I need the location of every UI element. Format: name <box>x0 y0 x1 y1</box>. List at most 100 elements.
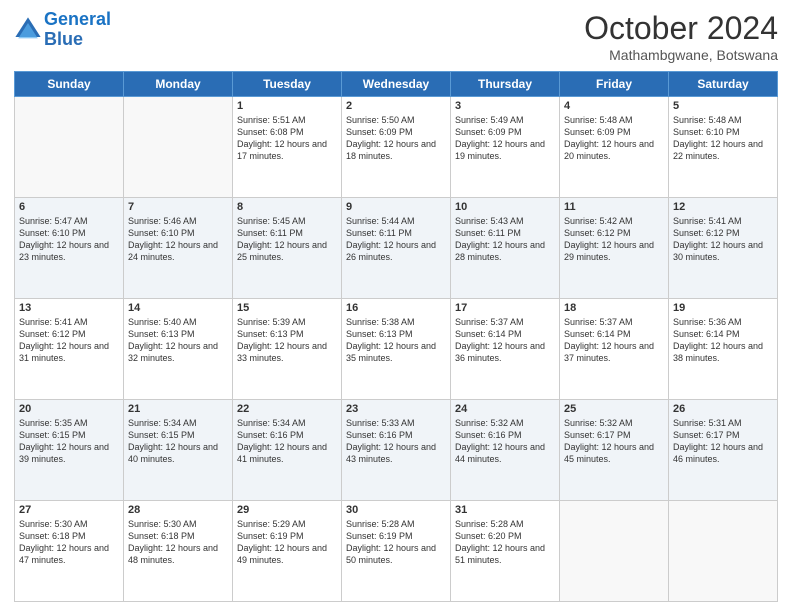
calendar-week-row: 6Sunrise: 5:47 AM Sunset: 6:10 PM Daylig… <box>15 198 778 299</box>
cell-info: Sunrise: 5:47 AM Sunset: 6:10 PM Dayligh… <box>19 215 119 264</box>
day-number: 10 <box>455 201 555 213</box>
calendar-cell: 4 Sunrise: 5:48 AM Sunset: 6:09 PM Daylig… <box>560 97 669 198</box>
day-number: 26 <box>673 403 773 415</box>
calendar-cell: 5 Sunrise: 5:48 AM Sunset: 6:10 PM Daylig… <box>669 97 778 198</box>
cell-info: Sunrise: 5:28 AM Sunset: 6:20 PM Dayligh… <box>455 518 555 567</box>
calendar-cell: 25 Sunrise: 5:32 AM Sunset: 6:17 PM Dayli… <box>560 400 669 501</box>
cell-info: Sunrise: 5:41 AM Sunset: 6:12 PM Dayligh… <box>673 215 773 264</box>
calendar-cell: 13 Sunrise: 5:41 AM Sunset: 6:12 PM Dayli… <box>15 299 124 400</box>
logo-area: General Blue <box>14 10 111 50</box>
day-number: 17 <box>455 302 555 314</box>
logo-line2: Blue <box>44 29 83 49</box>
calendar-cell: 22Sunrise: 5:34 AM Sunset: 6:16 PM Dayli… <box>233 400 342 501</box>
day-number: 7 <box>128 201 228 213</box>
cell-info: Sunrise: 5:39 AM Sunset: 6:13 PM Dayligh… <box>237 316 337 365</box>
day-number: 14 <box>128 302 228 314</box>
day-number: 28 <box>128 504 228 516</box>
day-number: 9 <box>346 201 446 213</box>
cell-info: Sunrise: 5:37 AM Sunset: 6:14 PM Dayligh… <box>564 316 664 365</box>
calendar-cell: 31 Sunrise: 5:28 AM Sunset: 6:20 PM Dayli… <box>451 501 560 602</box>
calendar-cell: 18 Sunrise: 5:37 AM Sunset: 6:14 PM Dayli… <box>560 299 669 400</box>
calendar-cell: 15 Sunrise: 5:39 AM Sunset: 6:13 PM Dayli… <box>233 299 342 400</box>
day-number: 25 <box>564 403 664 415</box>
calendar-cell: 9 Sunrise: 5:44 AM Sunset: 6:11 PM Daylig… <box>342 198 451 299</box>
cell-info: Sunrise: 5:42 AM Sunset: 6:12 PM Dayligh… <box>564 215 664 264</box>
calendar-cell: 27 Sunrise: 5:30 AM Sunset: 6:18 PM Dayli… <box>15 501 124 602</box>
cell-info: Sunrise: 5:32 AM Sunset: 6:16 PM Dayligh… <box>455 417 555 466</box>
day-number: 18 <box>564 302 664 314</box>
day-header-thursday: Thursday <box>451 72 560 97</box>
calendar-cell: 8 Sunrise: 5:45 AM Sunset: 6:11 PM Daylig… <box>233 198 342 299</box>
calendar-cell: 12 Sunrise: 5:41 AM Sunset: 6:12 PM Dayli… <box>669 198 778 299</box>
calendar-week-row: 27 Sunrise: 5:30 AM Sunset: 6:18 PM Dayli… <box>15 501 778 602</box>
header: General Blue October 2024 Mathambgwane, … <box>14 10 778 63</box>
page: General Blue October 2024 Mathambgwane, … <box>0 0 792 612</box>
logo-text: General Blue <box>44 10 111 50</box>
day-number: 1 <box>237 100 337 112</box>
calendar-cell: 23 Sunrise: 5:33 AM Sunset: 6:16 PM Dayli… <box>342 400 451 501</box>
month-title: October 2024 <box>584 10 778 47</box>
day-header-monday: Monday <box>124 72 233 97</box>
calendar-cell: 16Sunrise: 5:38 AM Sunset: 6:13 PM Dayli… <box>342 299 451 400</box>
calendar-cell: 1 Sunrise: 5:51 AM Sunset: 6:08 PM Daylig… <box>233 97 342 198</box>
day-number: 20 <box>19 403 119 415</box>
calendar-cell: 20 Sunrise: 5:35 AM Sunset: 6:15 PM Dayli… <box>15 400 124 501</box>
location: Mathambgwane, Botswana <box>584 47 778 63</box>
cell-info: Sunrise: 5:41 AM Sunset: 6:12 PM Dayligh… <box>19 316 119 365</box>
cell-info: Sunrise: 5:45 AM Sunset: 6:11 PM Dayligh… <box>237 215 337 264</box>
calendar-week-row: 1 Sunrise: 5:51 AM Sunset: 6:08 PM Daylig… <box>15 97 778 198</box>
logo-line1: General <box>44 9 111 29</box>
day-number: 2 <box>346 100 446 112</box>
cell-info: Sunrise: 5:37 AM Sunset: 6:14 PM Dayligh… <box>455 316 555 365</box>
cell-info: Sunrise: 5:44 AM Sunset: 6:11 PM Dayligh… <box>346 215 446 264</box>
day-number: 16 <box>346 302 446 314</box>
day-number: 29 <box>237 504 337 516</box>
calendar-cell: 3 Sunrise: 5:49 AM Sunset: 6:09 PM Daylig… <box>451 97 560 198</box>
cell-info: Sunrise: 5:33 AM Sunset: 6:16 PM Dayligh… <box>346 417 446 466</box>
calendar-cell: 26 Sunrise: 5:31 AM Sunset: 6:17 PM Dayli… <box>669 400 778 501</box>
calendar-cell: 29Sunrise: 5:29 AM Sunset: 6:19 PM Dayli… <box>233 501 342 602</box>
day-number: 8 <box>237 201 337 213</box>
cell-info: Sunrise: 5:50 AM Sunset: 6:09 PM Dayligh… <box>346 114 446 163</box>
calendar-cell: 24 Sunrise: 5:32 AM Sunset: 6:16 PM Dayli… <box>451 400 560 501</box>
cell-info: Sunrise: 5:32 AM Sunset: 6:17 PM Dayligh… <box>564 417 664 466</box>
cell-info: Sunrise: 5:46 AM Sunset: 6:10 PM Dayligh… <box>128 215 228 264</box>
cell-info: Sunrise: 5:51 AM Sunset: 6:08 PM Dayligh… <box>237 114 337 163</box>
logo-icon <box>14 16 42 44</box>
cell-info: Sunrise: 5:49 AM Sunset: 6:09 PM Dayligh… <box>455 114 555 163</box>
day-number: 27 <box>19 504 119 516</box>
day-number: 30 <box>346 504 446 516</box>
day-number: 5 <box>673 100 773 112</box>
day-number: 4 <box>564 100 664 112</box>
day-number: 3 <box>455 100 555 112</box>
calendar-header-row: SundayMondayTuesdayWednesdayThursdayFrid… <box>15 72 778 97</box>
day-number: 13 <box>19 302 119 314</box>
day-number: 21 <box>128 403 228 415</box>
calendar-cell: 17 Sunrise: 5:37 AM Sunset: 6:14 PM Dayli… <box>451 299 560 400</box>
cell-info: Sunrise: 5:35 AM Sunset: 6:15 PM Dayligh… <box>19 417 119 466</box>
calendar-cell: 10 Sunrise: 5:43 AM Sunset: 6:11 PM Dayli… <box>451 198 560 299</box>
calendar-cell: 28Sunrise: 5:30 AM Sunset: 6:18 PM Dayli… <box>124 501 233 602</box>
cell-info: Sunrise: 5:43 AM Sunset: 6:11 PM Dayligh… <box>455 215 555 264</box>
day-number: 12 <box>673 201 773 213</box>
calendar-week-row: 13 Sunrise: 5:41 AM Sunset: 6:12 PM Dayli… <box>15 299 778 400</box>
day-number: 15 <box>237 302 337 314</box>
day-header-wednesday: Wednesday <box>342 72 451 97</box>
cell-info: Sunrise: 5:36 AM Sunset: 6:14 PM Dayligh… <box>673 316 773 365</box>
day-header-tuesday: Tuesday <box>233 72 342 97</box>
cell-info: Sunrise: 5:48 AM Sunset: 6:10 PM Dayligh… <box>673 114 773 163</box>
day-number: 31 <box>455 504 555 516</box>
day-number: 24 <box>455 403 555 415</box>
cell-info: Sunrise: 5:31 AM Sunset: 6:17 PM Dayligh… <box>673 417 773 466</box>
calendar-cell: 21Sunrise: 5:34 AM Sunset: 6:15 PM Dayli… <box>124 400 233 501</box>
title-area: October 2024 Mathambgwane, Botswana <box>584 10 778 63</box>
day-number: 11 <box>564 201 664 213</box>
cell-info: Sunrise: 5:30 AM Sunset: 6:18 PM Dayligh… <box>19 518 119 567</box>
calendar-cell: 19 Sunrise: 5:36 AM Sunset: 6:14 PM Dayli… <box>669 299 778 400</box>
day-number: 23 <box>346 403 446 415</box>
day-header-sunday: Sunday <box>15 72 124 97</box>
calendar-cell <box>15 97 124 198</box>
day-number: 19 <box>673 302 773 314</box>
cell-info: Sunrise: 5:48 AM Sunset: 6:09 PM Dayligh… <box>564 114 664 163</box>
calendar-cell: 7 Sunrise: 5:46 AM Sunset: 6:10 PM Daylig… <box>124 198 233 299</box>
